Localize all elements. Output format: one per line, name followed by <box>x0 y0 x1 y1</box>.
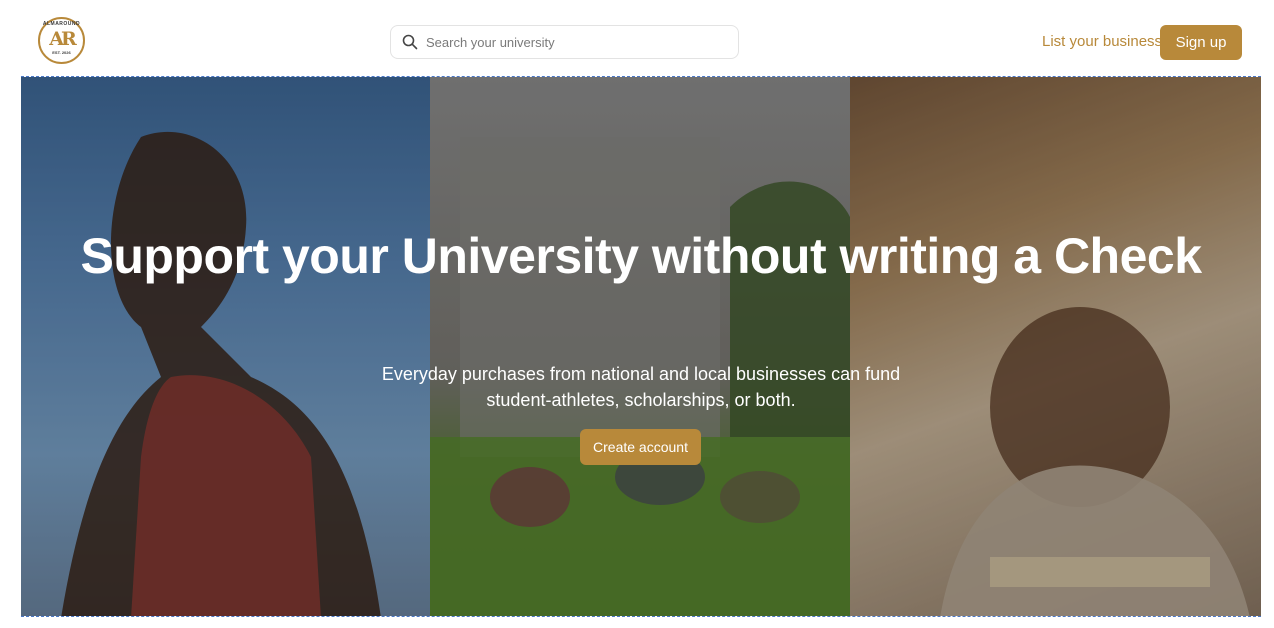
search-input[interactable] <box>426 34 716 50</box>
logo-bottom-text: EST. 2026 <box>52 50 71 55</box>
hero-title: Support your University without writing … <box>80 228 1202 284</box>
logo-mark: AR <box>49 28 76 50</box>
create-account-button[interactable]: Create account <box>580 429 701 465</box>
sign-up-button[interactable]: Sign up <box>1160 25 1242 60</box>
list-your-business-link[interactable]: List your business <box>1042 33 1162 50</box>
site-header: ALMAROUND AR EST. 2026 List your busines… <box>0 0 1274 78</box>
search-icon <box>402 34 418 50</box>
hero-image-campus <box>430 77 850 616</box>
logo-top-text: ALMAROUND <box>42 21 81 27</box>
hero-section: Support your University without writing … <box>21 76 1261 617</box>
brand-logo[interactable]: ALMAROUND AR EST. 2026 <box>38 17 85 64</box>
hero-image-lecture <box>850 77 1261 616</box>
search-bar[interactable] <box>390 25 739 59</box>
hero-image-athlete <box>21 77 430 616</box>
hero-subtitle: Everyday purchases from national and loc… <box>381 364 901 410</box>
